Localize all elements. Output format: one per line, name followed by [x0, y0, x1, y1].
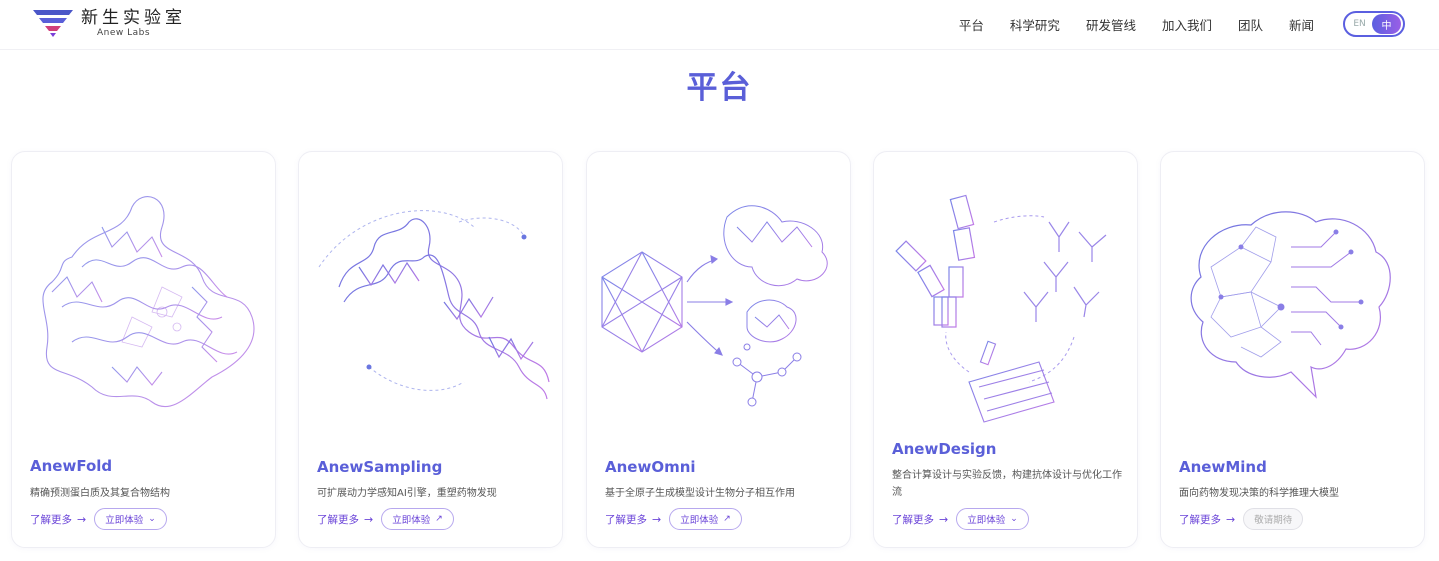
- card-description: 整合计算设计与实验反馈，构建抗体设计与优化工作流: [892, 470, 1122, 498]
- arrow-right-icon: →: [364, 512, 374, 526]
- try-now-label: 立即体验: [105, 515, 144, 526]
- main-nav: 平台 科学研究 研发管线 加入我们 团队 新闻: [959, 15, 1314, 34]
- lang-option-zh[interactable]: 中: [1372, 14, 1401, 34]
- lang-option-en[interactable]: EN: [1347, 19, 1372, 29]
- learn-more-label: 了解更多: [1179, 513, 1221, 526]
- protein-structure-illustration: [42, 196, 255, 408]
- helix-dynamics-illustration: [318, 210, 550, 400]
- platform-card-anewmind: AnewMind 面向药物发现决策的科学推理大模型 了解更多 → 敬请期待: [1160, 151, 1425, 548]
- chevron-down-icon: ⌄: [1010, 514, 1018, 524]
- card-description: 可扩展动力学感知AI引擎，重塑药物发现: [317, 488, 497, 499]
- try-now-button[interactable]: 立即体验 ↗: [381, 508, 454, 530]
- learn-more-link[interactable]: 了解更多 →: [605, 512, 661, 527]
- card-title: AnewFold: [30, 457, 113, 475]
- try-now-label: 立即体验: [680, 515, 719, 526]
- language-toggle[interactable]: EN 中: [1343, 11, 1405, 37]
- arrow-right-icon: →: [1226, 512, 1236, 526]
- learn-more-label: 了解更多: [892, 513, 934, 526]
- platform-card-anewdesign: AnewDesign 整合计算设计与实验反馈，构建抗体设计与优化工作流 了解更多…: [873, 151, 1138, 548]
- learn-more-link[interactable]: 了解更多 →: [892, 512, 948, 527]
- try-now-label: 立即体验: [967, 515, 1006, 526]
- coming-soon-label: 敬请期待: [1254, 515, 1293, 526]
- nav-item-platform[interactable]: 平台: [959, 15, 984, 34]
- arrow-right-icon: →: [939, 512, 949, 526]
- learn-more-link[interactable]: 了解更多 →: [30, 512, 86, 527]
- arrow-right-icon: →: [652, 512, 662, 526]
- nav-item-join-us[interactable]: 加入我们: [1162, 15, 1212, 34]
- external-arrow-icon: ↗: [435, 514, 443, 524]
- learn-more-label: 了解更多: [30, 513, 72, 526]
- try-now-button[interactable]: 立即体验 ↗: [669, 508, 742, 530]
- arrow-right-icon: →: [77, 512, 87, 526]
- chevron-down-icon: ⌄: [148, 514, 156, 524]
- card-description: 基于全原子生成模型设计生物分子相互作用: [605, 488, 795, 499]
- learn-more-link[interactable]: 了解更多 →: [1179, 512, 1235, 527]
- card-description: 面向药物发现决策的科学推理大模型: [1179, 488, 1339, 499]
- card-title: AnewOmni: [605, 458, 696, 476]
- logo[interactable]: 新生实验室 Anew Labs: [33, 8, 186, 38]
- nav-item-news[interactable]: 新闻: [1289, 15, 1314, 34]
- card-title: AnewSampling: [317, 458, 443, 476]
- ai-brain-illustration: [1190, 211, 1391, 399]
- try-now-label: 立即体验: [392, 515, 431, 526]
- nav-item-pipeline[interactable]: 研发管线: [1086, 15, 1136, 34]
- platform-card-anewomni: AnewOmni 基于全原子生成模型设计生物分子相互作用 了解更多 → 立即体验 ↗: [586, 151, 851, 548]
- try-now-button[interactable]: 立即体验 ⌄: [94, 508, 167, 530]
- learn-more-link[interactable]: 了解更多 →: [317, 512, 373, 527]
- nav-item-research[interactable]: 科学研究: [1010, 15, 1060, 34]
- learn-more-label: 了解更多: [317, 513, 359, 526]
- external-arrow-icon: ↗: [723, 514, 731, 524]
- platform-card-anewsampling: AnewSampling 可扩展动力学感知AI引擎，重塑药物发现 了解更多 → 立…: [298, 151, 563, 548]
- page-title: 平台: [686, 70, 753, 106]
- logo-english-name: Anew Labs: [97, 28, 151, 38]
- card-title: AnewDesign: [892, 440, 997, 458]
- platform-card-anewfold: AnewFold 精确预测蛋白质及其复合物结构 了解更多 → 立即体验 ⌄: [11, 151, 276, 548]
- coming-soon-badge: 敬请期待: [1243, 508, 1304, 530]
- nav-item-team[interactable]: 团队: [1238, 15, 1263, 34]
- generative-model-illustration: [601, 205, 828, 407]
- logo-mark-icon: [33, 10, 73, 37]
- antibody-design-illustration: [895, 194, 1107, 423]
- try-now-button[interactable]: 立即体验 ⌄: [956, 508, 1029, 530]
- card-title: AnewMind: [1179, 458, 1267, 476]
- card-description: 精确预测蛋白质及其复合物结构: [30, 488, 170, 499]
- learn-more-label: 了解更多: [605, 513, 647, 526]
- logo-chinese-name: 新生实验室: [81, 8, 186, 28]
- top-header: 新生实验室 Anew Labs 平台 科学研究 研发管线 加入我们 团队 新闻 …: [0, 0, 1439, 50]
